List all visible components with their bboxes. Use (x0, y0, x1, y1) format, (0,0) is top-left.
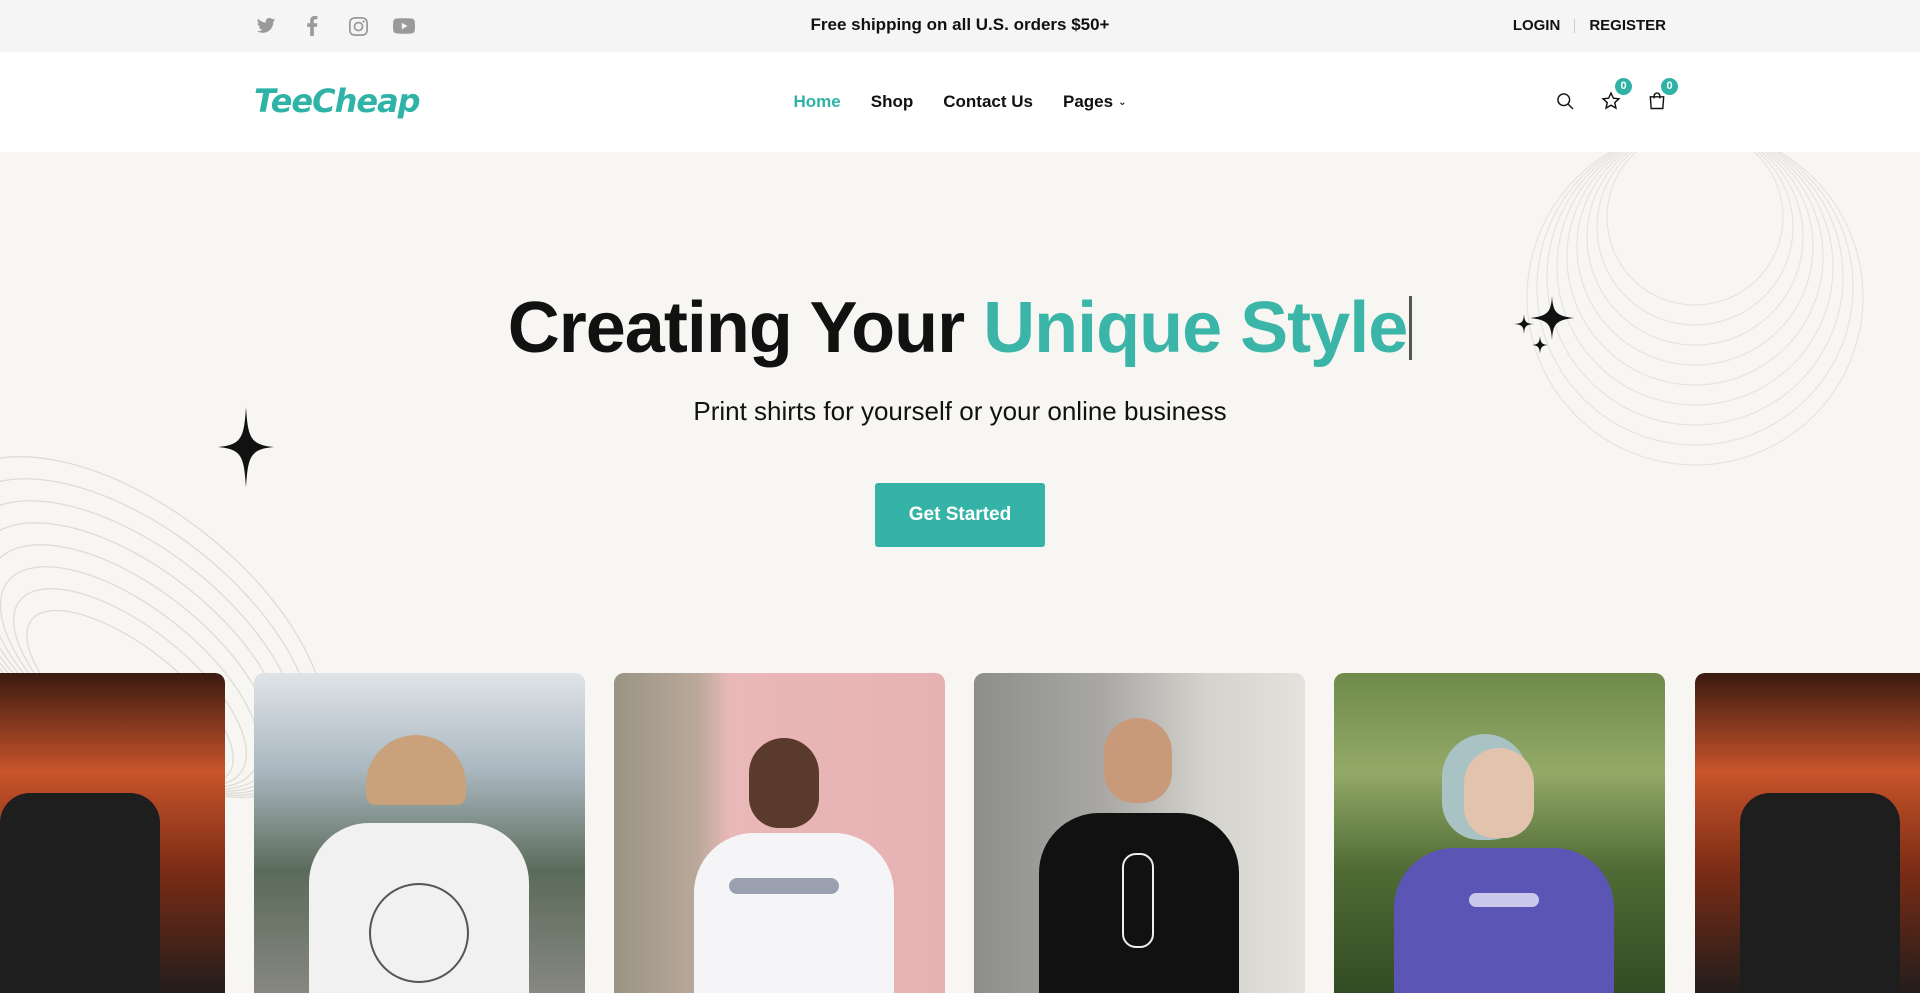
hero-section: Creating Your Unique Style Print shirts … (0, 152, 1920, 993)
t-shirt-graphic (1740, 793, 1900, 993)
card-woman-purple-shirt[interactable] (1334, 673, 1665, 993)
main-header: TeeCheap Home Shop Contact Us Pages ⌄ 0 … (0, 52, 1920, 152)
card-man-skeleton-hand[interactable] (974, 673, 1305, 993)
nav-shop[interactable]: Shop (871, 92, 914, 112)
register-link[interactable]: REGISTER (1589, 17, 1666, 34)
headline-prefix: Creating Your (507, 288, 984, 368)
card-torii-partial-left[interactable] (0, 673, 225, 993)
nav-pages-label: Pages (1062, 92, 1114, 111)
hero-headline: Creating Your Unique Style (0, 287, 1920, 369)
divider (1574, 18, 1576, 33)
print-design (729, 878, 839, 894)
top-bar: Free shipping on all U.S. orders $50+ LO… (0, 0, 1920, 52)
chevron-down-icon: ⌄ (1118, 96, 1127, 108)
wishlist-count-badge: 0 (1615, 78, 1632, 95)
header-actions: 0 0 (1554, 78, 1678, 112)
t-shirt-graphic (694, 833, 894, 993)
nav-pages[interactable]: Pages ⌄ (1063, 92, 1126, 112)
print-design (1469, 893, 1539, 907)
nav-contact-us[interactable]: Contact Us (943, 92, 1033, 112)
headline-accent: Unique Style (983, 288, 1408, 368)
card-woman-pink-wall[interactable] (614, 673, 945, 993)
shopping-bag-icon (1649, 92, 1665, 110)
wishlist-button[interactable]: 0 (1600, 78, 1632, 112)
get-started-button[interactable]: Get Started (875, 483, 1045, 547)
person-head (749, 738, 819, 828)
card-man-cap-back[interactable] (254, 673, 585, 993)
login-link[interactable]: LOGIN (1513, 17, 1561, 34)
person-head (366, 735, 466, 805)
search-button[interactable] (1554, 90, 1576, 112)
person-head (1104, 718, 1172, 803)
card-torii-partial-right[interactable] (1695, 673, 1920, 993)
search-icon (1557, 93, 1574, 110)
hero-subtitle: Print shirts for yourself or your online… (693, 396, 1227, 426)
t-shirt-graphic (1394, 848, 1614, 993)
print-design (1122, 853, 1154, 948)
cart-count-badge: 0 (1661, 78, 1678, 95)
auth-links: LOGIN REGISTER (1513, 17, 1666, 34)
nav-home[interactable]: Home (794, 92, 841, 112)
star-icon (1601, 91, 1621, 110)
person-head (1464, 748, 1534, 838)
cart-button[interactable]: 0 (1646, 78, 1678, 112)
typing-caret (1409, 296, 1413, 360)
t-shirt-graphic (0, 793, 160, 993)
print-design (369, 883, 469, 983)
